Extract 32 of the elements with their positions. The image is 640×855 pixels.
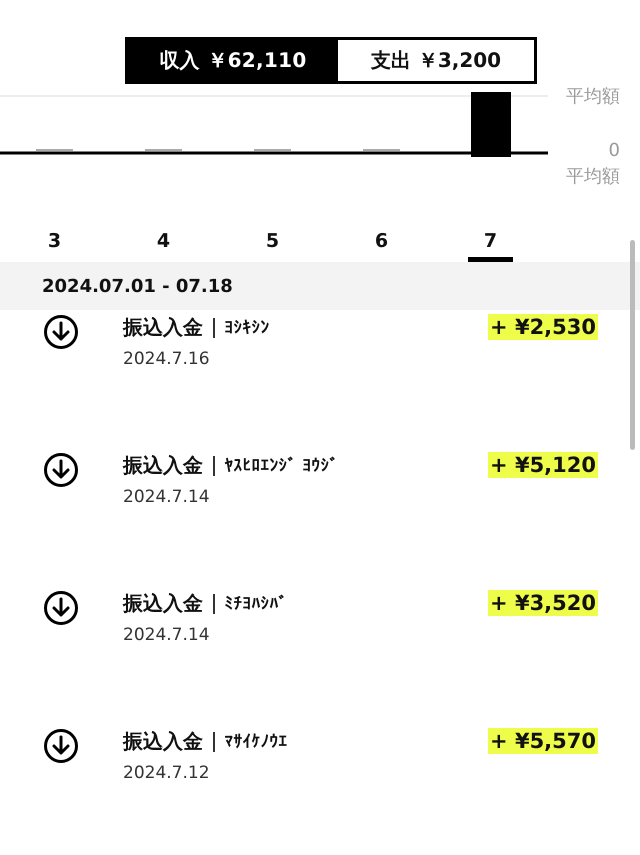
download-circle-icon (43, 452, 79, 488)
amount: + ¥5,120 (488, 452, 598, 478)
date-range: 2024.07.01 - 07.18 (42, 276, 233, 296)
download-circle-icon (43, 314, 79, 350)
transaction-date: 2024.7.14 (123, 487, 211, 507)
payer-name: ﾐﾁﾖﾊｼﾊﾞ (224, 594, 288, 614)
amount: + ¥2,530 (488, 314, 598, 340)
income-total: 収入 ￥62,110 (158, 47, 308, 74)
transaction-date: 2024.7.12 (123, 763, 211, 783)
chart-bar (471, 92, 511, 157)
download-circle-icon (43, 590, 79, 626)
transaction-type: 振込入金 (123, 452, 203, 479)
payer-name: ﾖｼｷｼﾝ (224, 318, 270, 338)
payer-name: ﾔｽﾋﾛｴﾝｼﾞ ﾖｳｼﾞ (224, 456, 338, 476)
axis-label: 平均額 (566, 85, 620, 108)
scrollbar[interactable] (630, 240, 635, 450)
amount: + ¥5,570 (488, 728, 598, 754)
month-tab[interactable]: 6 (327, 228, 436, 262)
amount: + ¥3,520 (488, 590, 598, 616)
month-tab[interactable]: 5 (218, 228, 327, 262)
transaction-type: 振込入金 (123, 728, 203, 755)
payer-name: ﾏｻｲｹﾉｳｴ (224, 732, 288, 752)
download-circle-icon (43, 728, 79, 764)
axis-label: 平均額 (566, 165, 620, 188)
month-tab[interactable]: 3 (0, 228, 109, 262)
transaction-type: 振込入金 (123, 314, 203, 341)
axis-label: 0 (608, 140, 620, 161)
transaction-date: 2024.7.14 (123, 625, 211, 645)
transaction-type: 振込入金 (123, 590, 203, 617)
transaction-date: 2024.7.16 (123, 349, 211, 369)
expense-total: 支出 ￥3,200 (338, 40, 534, 81)
month-tab[interactable]: 4 (109, 228, 218, 262)
